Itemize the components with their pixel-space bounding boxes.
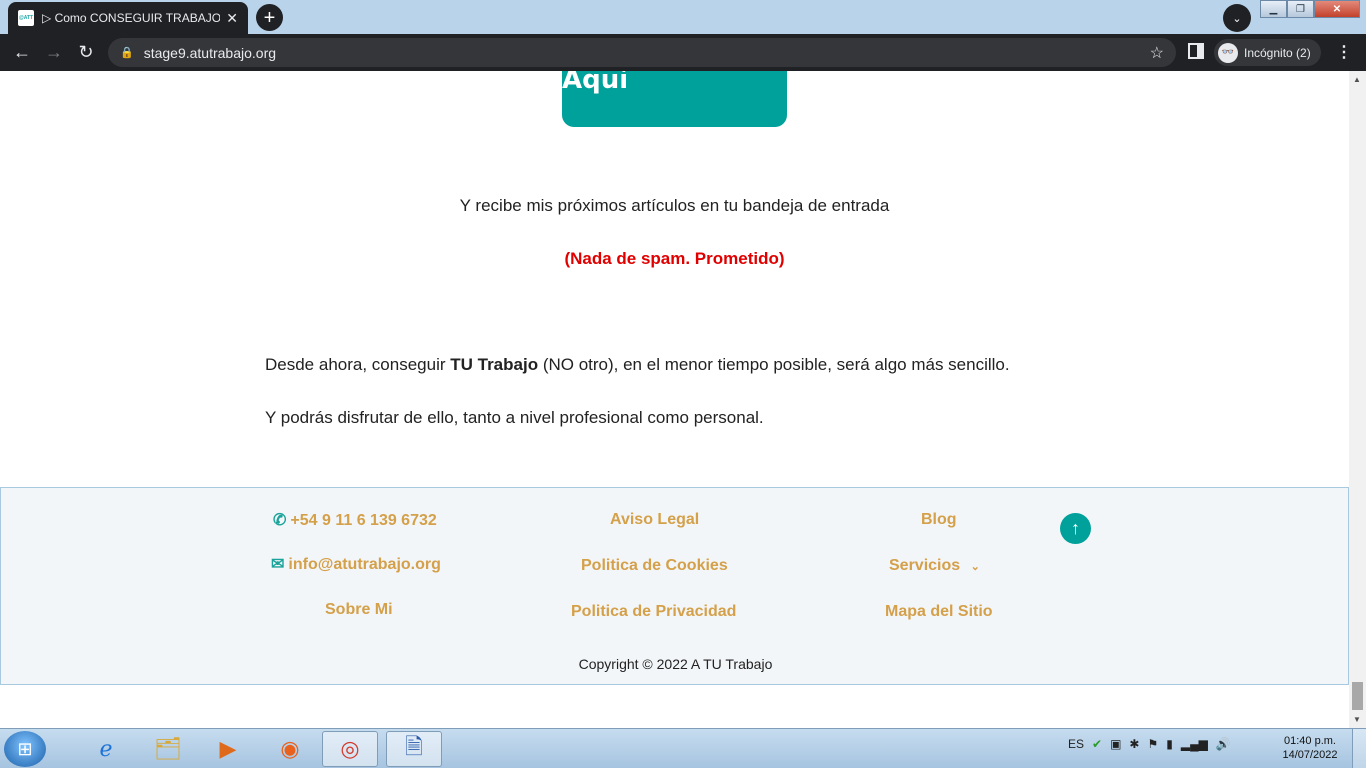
footer-about-link[interactable]: Sobre Mi xyxy=(325,601,393,619)
footer-services-menu[interactable]: Servicios ⌄ xyxy=(889,557,980,575)
email-text: info@atutrabajo.org xyxy=(288,556,441,573)
forward-arrow-icon[interactable]: → xyxy=(38,37,70,69)
volume-icon[interactable]: 🔊 xyxy=(1216,737,1231,751)
system-clock[interactable]: 01:40 p.m. 14/07/2022 xyxy=(1278,734,1342,762)
site-footer: ✆ +54 9 11 6 139 6732 ✉ info@atutrabajo.or… xyxy=(0,487,1349,685)
url-text: stage9.atutrabajo.org xyxy=(143,44,277,61)
paragraph-1: Desde ahora, conseguir TU Trabajo (NO ot… xyxy=(265,355,1010,375)
new-tab-button[interactable]: + xyxy=(256,4,283,31)
no-spam-text: (Nada de spam. Prometido) xyxy=(564,249,785,268)
signal-icon[interactable]: ▂▄▆ xyxy=(1181,737,1208,751)
address-bar[interactable]: 🔒 stage9.atutrabajo.org ☆ xyxy=(108,38,1176,67)
paragraph-1-pre: Desde ahora, conseguir xyxy=(265,355,451,374)
footer-privacy-link[interactable]: Politica de Privacidad xyxy=(571,603,736,621)
side-panel-icon[interactable] xyxy=(1188,43,1204,59)
internet-explorer-icon[interactable]: ℯ xyxy=(78,731,134,767)
scroll-down-icon[interactable]: ▼ xyxy=(1353,715,1361,724)
incognito-badge[interactable]: 👓 Incógnito (2) xyxy=(1214,39,1321,66)
back-arrow-icon[interactable]: ← xyxy=(6,37,38,69)
browser-tab-bar: @ATT ▷ Como CONSEGUIR TRABAJO | ✕ + ⌄ ▁ … xyxy=(0,0,1366,34)
subscribe-text: Y recibe mis próximos artículos en tu ba… xyxy=(459,196,890,215)
page-viewport: Registrate Aquí Y recibe mis próximos ar… xyxy=(0,71,1349,728)
flag-icon[interactable]: ⚑ xyxy=(1147,737,1158,751)
windows-taskbar: ⊞ ℯ 🗂 ▶ ◉ ◎ 🗎 ES ✔ ▣ ✱ ⚑ ▮ ▂▄▆ 🔊 01:40 p… xyxy=(0,728,1366,768)
register-button[interactable]: Registrate Aquí xyxy=(562,71,787,127)
services-text: Servicios xyxy=(889,557,961,574)
paragraph-1-bold: TU Trabajo xyxy=(450,355,539,374)
clock-time: 01:40 p.m. xyxy=(1284,735,1336,747)
copyright-text: Copyright © 2022 A TU Trabajo xyxy=(578,656,773,672)
sync-icon[interactable]: ✔ xyxy=(1092,737,1102,751)
scroll-to-top-button[interactable]: ↑ xyxy=(1060,513,1091,544)
tab-close-icon[interactable]: ✕ xyxy=(226,10,238,27)
lock-icon[interactable]: 🔒 xyxy=(120,46,134,59)
browser-menu-icon[interactable]: ⋮ xyxy=(1336,42,1352,62)
footer-cookies-link[interactable]: Politica de Cookies xyxy=(581,557,728,575)
scrollbar-thumb[interactable] xyxy=(1352,682,1363,710)
reload-icon[interactable]: ↻ xyxy=(70,37,102,69)
window-close-button[interactable]: ✕ xyxy=(1314,0,1360,18)
mail-icon: ✉ xyxy=(271,556,285,573)
media-player-icon[interactable]: ▶ xyxy=(200,731,256,767)
tab-search-button[interactable]: ⌄ xyxy=(1223,4,1251,32)
footer-email-link[interactable]: ✉ info@atutrabajo.org xyxy=(271,554,441,574)
phone-text: +54 9 11 6 139 6732 xyxy=(290,512,437,529)
minimize-button[interactable]: ▁ xyxy=(1260,0,1287,18)
tab-title: ▷ Como CONSEGUIR TRABAJO | xyxy=(42,11,221,25)
chevron-down-icon: ⌄ xyxy=(970,561,980,573)
language-indicator[interactable]: ES xyxy=(1068,737,1084,751)
page-scrollbar[interactable]: ▲ ▼ xyxy=(1349,71,1366,728)
document-app-icon[interactable]: 🗎 xyxy=(386,731,442,767)
paragraph-1-post: (NO otro), en el menor tiempo posible, s… xyxy=(538,355,1010,374)
site-favicon-icon: @ATT xyxy=(18,10,34,26)
restore-button[interactable]: ❐ xyxy=(1287,0,1314,18)
file-explorer-icon[interactable]: 🗂 xyxy=(140,731,196,767)
browser-tab[interactable]: @ATT ▷ Como CONSEGUIR TRABAJO | ✕ xyxy=(8,2,248,34)
show-desktop-button[interactable] xyxy=(1352,729,1366,768)
paragraph-2: Y podrás disfrutar de ello, tanto a nive… xyxy=(265,408,764,427)
bookmark-star-icon[interactable]: ☆ xyxy=(1150,43,1164,63)
browser-toolbar: ← → ↻ 🔒 stage9.atutrabajo.org ☆ 👓 Incógn… xyxy=(0,34,1366,71)
footer-phone-link[interactable]: ✆ +54 9 11 6 139 6732 xyxy=(273,510,437,530)
incognito-label: Incógnito (2) xyxy=(1244,45,1311,60)
footer-legal-link[interactable]: Aviso Legal xyxy=(610,511,699,529)
incognito-icon: 👓 xyxy=(1218,42,1238,63)
footer-sitemap-link[interactable]: Mapa del Sitio xyxy=(885,603,993,621)
bluetooth-icon[interactable]: ✱ xyxy=(1129,737,1139,751)
start-button[interactable]: ⊞ xyxy=(4,731,46,767)
power-icon[interactable]: ▮ xyxy=(1166,737,1173,751)
footer-blog-link[interactable]: Blog xyxy=(921,511,957,529)
system-tray: ES ✔ ▣ ✱ ⚑ ▮ ▂▄▆ 🔊 xyxy=(1068,737,1231,751)
chrome-icon[interactable]: ◎ xyxy=(322,731,378,767)
network-monitor-icon[interactable]: ▣ xyxy=(1110,737,1121,751)
firefox-icon[interactable]: ◉ xyxy=(262,731,318,767)
whatsapp-icon: ✆ xyxy=(273,512,287,529)
clock-date: 14/07/2022 xyxy=(1282,749,1338,761)
window-controls: ▁ ❐ ✕ xyxy=(1260,0,1360,18)
scroll-up-icon[interactable]: ▲ xyxy=(1353,75,1361,84)
